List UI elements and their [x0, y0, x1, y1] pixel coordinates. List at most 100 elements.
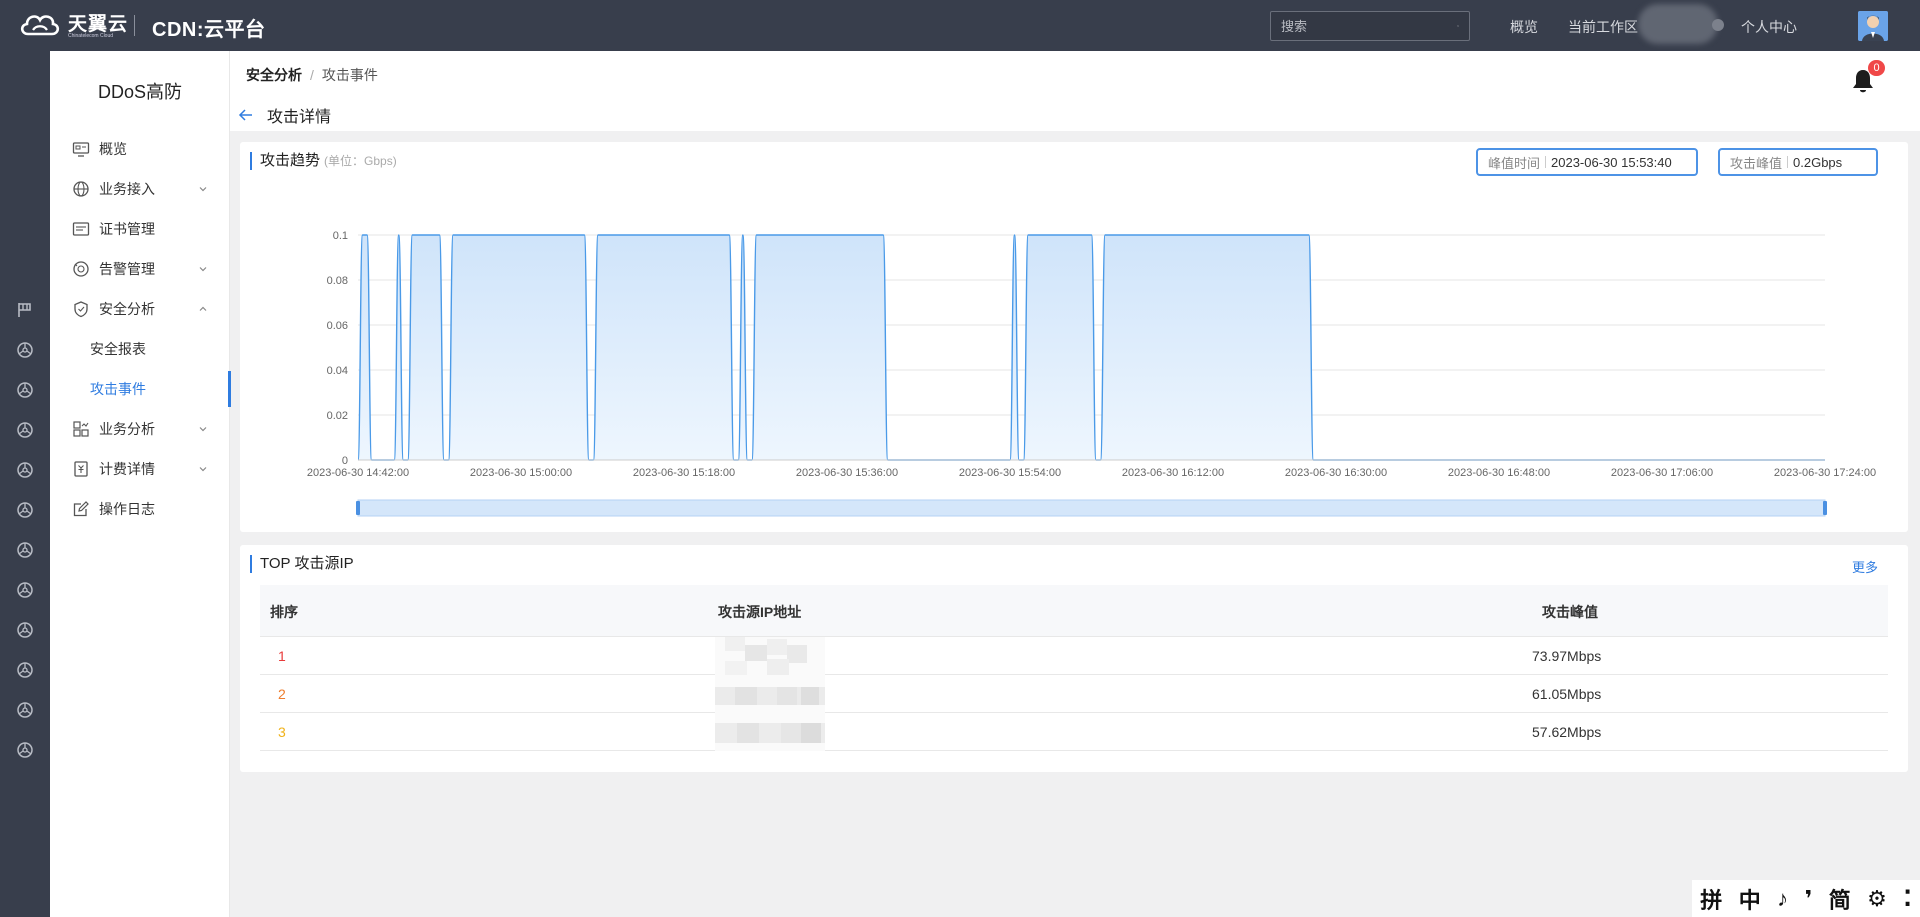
table-header: 排序 攻击源IP地址 攻击峰值	[260, 585, 1888, 637]
brand-subtitle: Chinatelecom Cloud	[68, 33, 114, 39]
page-title: 攻击详情	[267, 109, 332, 126]
module-icon[interactable]	[16, 621, 34, 639]
top-attack-ip-panel: TOP 攻击源IP 更多 排序 攻击源IP地址 攻击峰值 1 73.97Mbps…	[240, 545, 1908, 772]
table-row[interactable]: 1 73.97Mbps	[260, 637, 1888, 675]
edit-icon	[73, 501, 89, 517]
column-header-ip: 攻击源IP地址	[718, 604, 802, 620]
sidebar-item-alerts[interactable]: 告警管理	[50, 251, 230, 287]
product-sidebar: DDoS高防 概览 业务接入 证书管理 告警管理 安全分析 安全报表 攻击事件 …	[50, 51, 231, 917]
nav-workspace[interactable]: 当前工作区	[1568, 17, 1638, 37]
x-tick-label: 2023-06-30 15:36:00	[796, 467, 898, 479]
billing-icon	[74, 461, 88, 477]
sidebar-subitem-label: 攻击事件	[90, 381, 146, 397]
x-tick-label: 2023-06-30 15:00:00	[470, 467, 572, 479]
top-bar: 天翼云 Chinatelecom Cloud CDN:云平台 概览 当前工作区 …	[0, 0, 1920, 51]
module-icon[interactable]	[16, 501, 34, 519]
brand-logo[interactable]: 天翼云 Chinatelecom Cloud	[18, 10, 129, 39]
globe-icon	[73, 181, 89, 197]
module-icon[interactable]	[16, 461, 34, 479]
x-tick-label: 2023-06-30 16:48:00	[1448, 467, 1550, 479]
more-link[interactable]: 更多	[1852, 557, 1878, 576]
sidebar-item-access[interactable]: 业务接入	[50, 171, 230, 207]
ime-simplified[interactable]: 简	[1829, 883, 1851, 915]
table-row[interactable]: 3 57.62Mbps	[260, 713, 1888, 751]
sidebar-item-label: 业务分析	[99, 421, 155, 437]
top-ip-panel-title: TOP 攻击源IP	[250, 555, 354, 573]
top-ip-title: TOP 攻击源IP	[260, 555, 354, 572]
x-tick-label: 2023-06-30 16:30:00	[1285, 467, 1387, 479]
nav-user-center[interactable]: 个人中心	[1741, 17, 1797, 37]
module-icon[interactable]	[16, 341, 34, 359]
breadcrumb-security-analysis[interactable]: 安全分析	[246, 65, 302, 85]
sidebar-subitem-label: 安全报表	[90, 341, 146, 357]
sidebar-item-label: 操作日志	[99, 501, 155, 517]
ime-punctuation[interactable]: ❜	[1805, 886, 1813, 912]
ime-toolbar: 拼 中 ♪ ❜ 简 ⚙ ⁚	[1692, 880, 1920, 917]
breadcrumb-separator: /	[310, 67, 314, 83]
certificate-icon	[72, 222, 90, 236]
cloud-logo-icon	[20, 15, 60, 36]
table-row[interactable]: 2 61.05Mbps	[260, 675, 1888, 713]
avatar[interactable]	[1858, 11, 1888, 41]
brand-name: 天翼云	[68, 13, 129, 35]
page-header: 安全分析 / 攻击事件 攻击详情 0	[230, 51, 1920, 131]
y-tick-label: 0.06	[327, 320, 348, 332]
nav-overview[interactable]: 概览	[1510, 17, 1538, 37]
sidebar-item-label: 概览	[99, 141, 127, 157]
module-icon[interactable]	[16, 701, 34, 719]
rank-cell: 1	[278, 648, 286, 664]
zoom-slider-handle-right[interactable]	[1823, 501, 1827, 515]
x-tick-label: 2023-06-30 15:18:00	[633, 467, 735, 479]
chevron-down-icon	[199, 187, 207, 192]
x-tick-label: 2023-06-30 14:42:00	[307, 467, 409, 479]
sidebar-item-certificates[interactable]: 证书管理	[50, 211, 230, 247]
avatar-icon	[1858, 11, 1888, 41]
module-icon[interactable]	[16, 661, 34, 679]
search-input[interactable]	[1281, 18, 1457, 34]
module-icon[interactable]	[16, 581, 34, 599]
sidebar-item-security-analysis[interactable]: 安全分析	[50, 291, 230, 327]
sidebar-item-label: 计费详情	[99, 461, 155, 477]
attack-trend-panel: 攻击趋势 (单位：Gbps) 峰值时间 2023-06-30 15:53:40 …	[240, 142, 1908, 532]
ime-settings-icon[interactable]: ⚙	[1867, 886, 1887, 912]
sidebar-subitem-attack-events[interactable]: 攻击事件	[50, 371, 231, 407]
module-icon[interactable]	[16, 541, 34, 559]
notification-badge: 0	[1868, 60, 1885, 76]
rank-cell: 3	[278, 724, 286, 740]
module-icon[interactable]	[16, 381, 34, 399]
breadcrumb: 安全分析 / 攻击事件	[246, 65, 378, 85]
attack-trend-chart[interactable]: 0 0.02 0.04 0.06 0.08 0.1 2023-06-30 14:42:00 2…	[240, 142, 1908, 532]
flag-icon[interactable]	[16, 301, 34, 319]
back-arrow-icon[interactable]	[238, 107, 254, 123]
module-icon[interactable]	[16, 741, 34, 759]
column-header-peak: 攻击峰值	[1542, 604, 1598, 620]
grid-chart-icon	[73, 421, 89, 437]
zoom-slider-handle-left[interactable]	[356, 501, 360, 515]
column-header-rank: 排序	[270, 604, 298, 620]
rank-cell: 2	[278, 686, 286, 702]
ime-chinese-mode[interactable]: 中	[1739, 883, 1761, 915]
sidebar-item-operation-log[interactable]: 操作日志	[50, 491, 230, 527]
sidebar-item-billing[interactable]: 计费详情	[50, 451, 230, 487]
sidebar-item-business-analysis[interactable]: 业务分析	[50, 411, 230, 447]
monitor-icon	[72, 142, 90, 157]
ime-pinyin[interactable]: 拼	[1700, 883, 1722, 915]
logo-divider	[134, 15, 135, 36]
search-box[interactable]	[1270, 11, 1470, 41]
x-tick-label: 2023-06-30 15:54:00	[959, 467, 1061, 479]
x-tick-label: 2023-06-30 17:06:00	[1611, 467, 1713, 479]
chevron-down-icon	[199, 267, 207, 272]
ime-sound-icon[interactable]: ♪	[1777, 886, 1788, 912]
zoom-slider-track[interactable]	[357, 499, 1826, 517]
top-ip-table: 排序 攻击源IP地址 攻击峰值 1 73.97Mbps 2 61.05Mbps …	[260, 585, 1888, 751]
ime-more[interactable]: ⁚	[1903, 886, 1911, 912]
x-tick-label: 2023-06-30 16:12:00	[1122, 467, 1224, 479]
sidebar-item-overview[interactable]: 概览	[50, 131, 230, 167]
breadcrumb-attack-events[interactable]: 攻击事件	[322, 65, 378, 85]
chevron-down-icon	[199, 427, 207, 432]
module-icon[interactable]	[16, 421, 34, 439]
sidebar-subitem-security-report[interactable]: 安全报表	[50, 331, 230, 367]
blurred-ip-cell	[715, 675, 825, 713]
search-icon[interactable]	[1457, 18, 1459, 34]
chevron-up-icon	[199, 306, 207, 311]
